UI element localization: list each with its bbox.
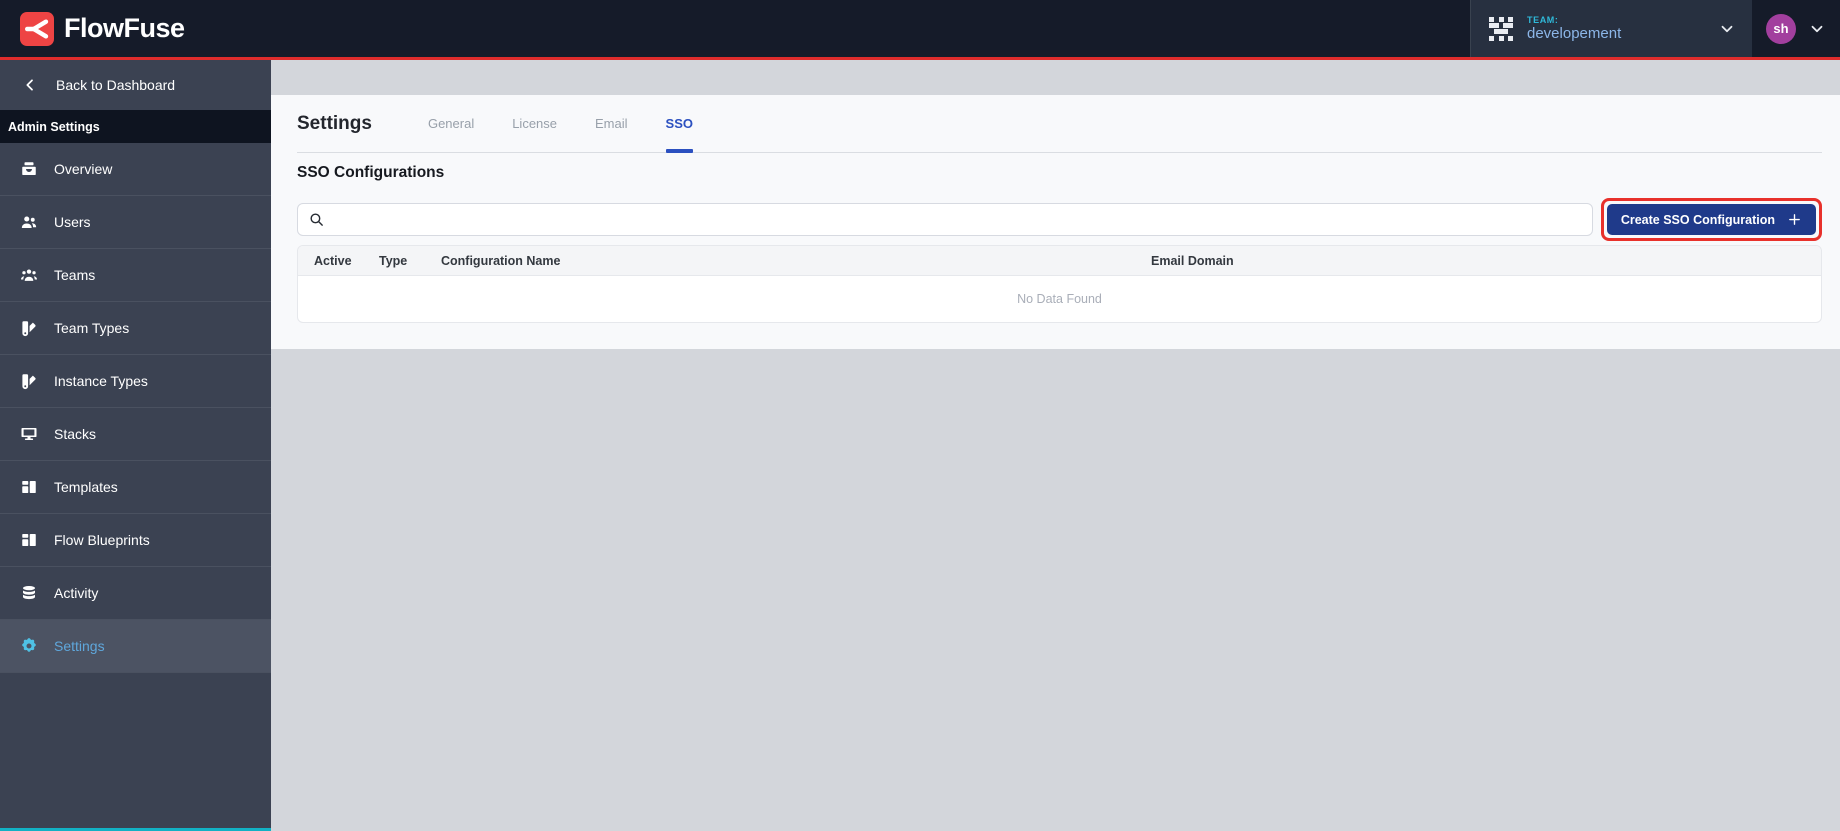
sso-configurations-table: Active Type Configuration Name Email Dom… <box>297 245 1822 323</box>
tab-general[interactable]: General <box>428 95 474 152</box>
chevron-down-icon[interactable] <box>1808 20 1826 38</box>
sidebar-item-users[interactable]: Users <box>0 196 271 249</box>
tab-license[interactable]: License <box>512 95 557 152</box>
main-area: Settings General License Email SSO SSO C… <box>271 60 1840 831</box>
search-icon <box>310 213 323 226</box>
top-header: FlowFuse TEAM: developement sh <box>0 0 1840 57</box>
chevron-down-icon <box>1721 25 1733 32</box>
swatch-icon <box>20 319 38 337</box>
layout-grid-icon <box>20 478 38 496</box>
sidebar-item-activity[interactable]: Activity <box>0 567 271 620</box>
tab-email[interactable]: Email <box>595 95 628 152</box>
sidebar-section-header: Admin Settings <box>0 110 271 143</box>
sidebar-item-label: Flow Blueprints <box>54 532 150 548</box>
settings-panel: Settings General License Email SSO SSO C… <box>271 95 1840 349</box>
settings-tabs: General License Email SSO <box>428 95 694 153</box>
column-header-configuration-name: Configuration Name <box>441 253 561 268</box>
sidebar-item-instance-types[interactable]: Instance Types <box>0 355 271 408</box>
search-input[interactable] <box>333 212 1582 227</box>
sidebar-item-stacks[interactable]: Stacks <box>0 408 271 461</box>
create-sso-configuration-label: Create SSO Configuration <box>1620 212 1775 227</box>
flowfuse-logo-icon[interactable] <box>20 11 54 46</box>
layout-grid-icon <box>20 531 38 549</box>
sidebar-item-label: Templates <box>54 479 118 495</box>
settings-title-row: Settings General License Email SSO <box>297 95 1822 153</box>
users-icon <box>20 213 38 231</box>
column-header-email-domain: Email Domain <box>1151 253 1234 268</box>
page-title: Settings <box>297 112 372 134</box>
sidebar-item-overview[interactable]: Overview <box>0 143 271 196</box>
sso-toolbar: Create SSO Configuration <box>297 198 1822 241</box>
monitor-icon <box>20 425 38 443</box>
overview-icon <box>20 160 38 178</box>
tab-sso[interactable]: SSO <box>665 95 694 153</box>
back-to-dashboard-button[interactable]: Back to Dashboard <box>0 60 271 110</box>
user-menu[interactable]: sh <box>1752 0 1840 57</box>
team-label: TEAM: <box>1527 14 1559 25</box>
search-box[interactable] <box>297 203 1593 236</box>
chevron-left-icon <box>26 79 33 91</box>
database-icon <box>20 584 38 602</box>
team-avatar-icon <box>1489 16 1513 41</box>
sidebar-item-label: Team Types <box>54 320 130 336</box>
sidebar-item-settings[interactable]: Settings <box>0 620 271 673</box>
sidebar: Back to Dashboard Admin Settings Overvie… <box>0 60 271 831</box>
sidebar-item-label: Activity <box>54 585 99 601</box>
gear-icon <box>20 637 38 655</box>
table-header-row: Active Type Configuration Name Email Dom… <box>298 246 1821 276</box>
brand-title: FlowFuse <box>64 13 185 43</box>
team-name: developement <box>1527 25 1622 43</box>
user-avatar[interactable]: sh <box>1766 13 1796 44</box>
sidebar-item-label: Settings <box>54 638 105 654</box>
teams-icon <box>20 266 38 284</box>
team-selector[interactable]: TEAM: developement <box>1470 0 1752 57</box>
highlight-annotation-box: Create SSO Configuration <box>1600 198 1822 241</box>
create-sso-configuration-button[interactable]: Create SSO Configuration <box>1606 204 1816 235</box>
flowfuse-merge-glyph <box>25 18 49 39</box>
sidebar-item-teams[interactable]: Teams <box>0 249 271 302</box>
sidebar-item-label: Teams <box>54 267 96 283</box>
sidebar-item-team-types[interactable]: Team Types <box>0 302 271 355</box>
sidebar-item-label: Stacks <box>54 426 97 442</box>
column-header-active: Active <box>314 253 352 268</box>
back-to-dashboard-label: Back to Dashboard <box>56 77 176 93</box>
section-title: SSO Configurations <box>297 164 445 181</box>
sidebar-item-label: Users <box>54 214 91 230</box>
sidebar-item-label: Overview <box>54 161 113 177</box>
header-accent-line <box>0 57 1840 60</box>
table-empty-state: No Data Found <box>1017 292 1102 306</box>
sidebar-item-label: Instance Types <box>54 373 148 389</box>
sidebar-item-templates[interactable]: Templates <box>0 461 271 514</box>
plus-icon <box>1789 214 1800 225</box>
sidebar-item-flow-blueprints[interactable]: Flow Blueprints <box>0 514 271 567</box>
swatch-icon <box>20 372 38 390</box>
column-header-type: Type <box>379 253 408 268</box>
